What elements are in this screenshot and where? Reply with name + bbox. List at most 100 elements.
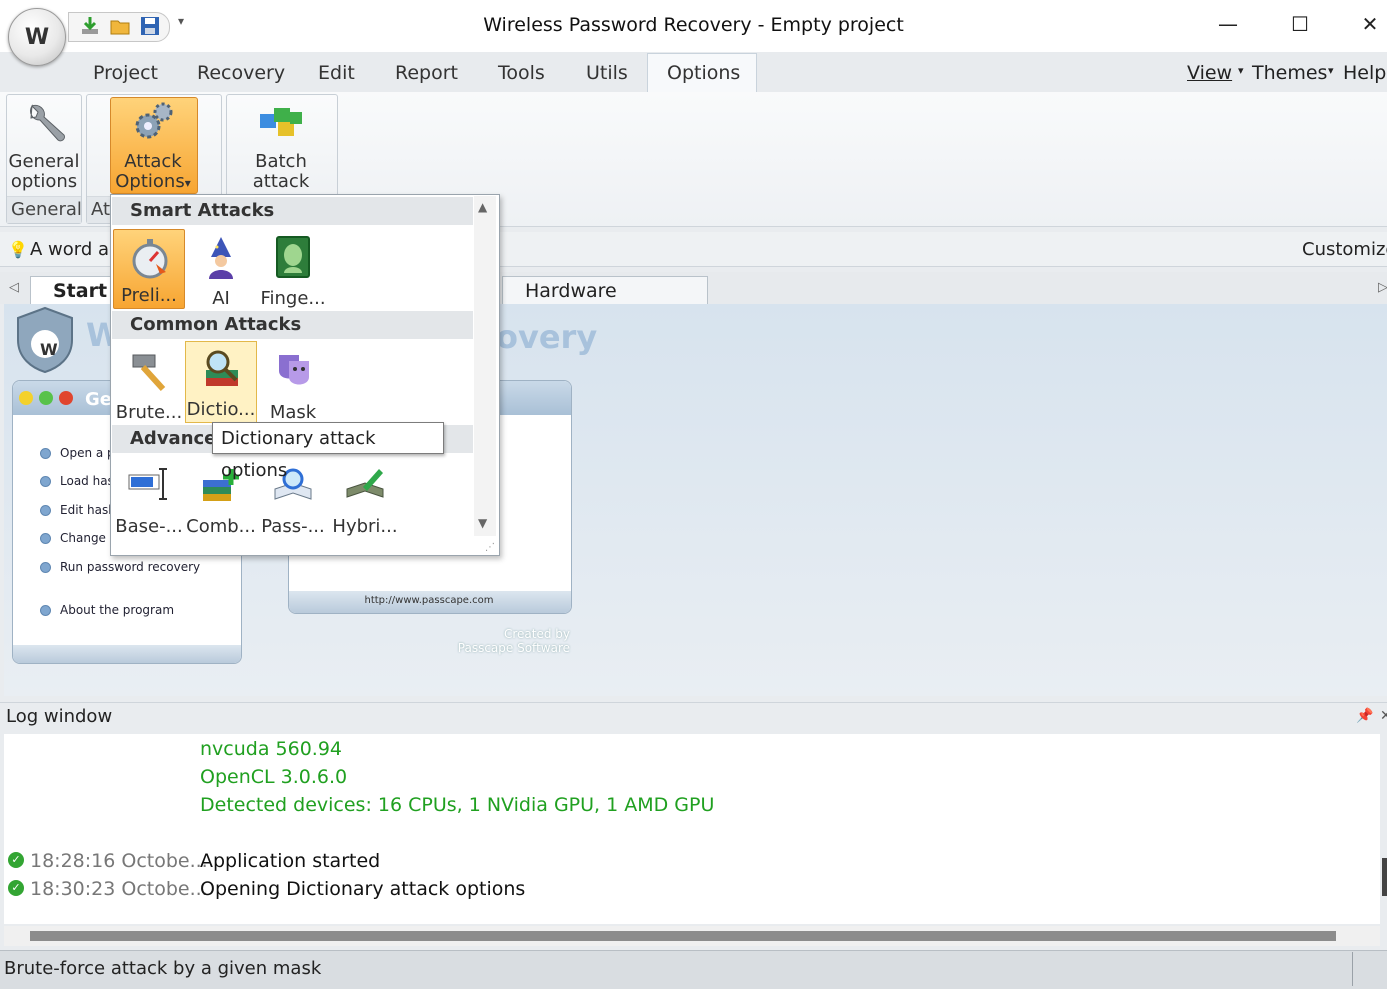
maximize-button[interactable]: ☐ bbox=[1280, 6, 1320, 42]
menu-edit[interactable]: Edit bbox=[318, 62, 355, 84]
wrench-icon bbox=[29, 104, 65, 142]
fingerprint-attack-button[interactable]: Finge... bbox=[257, 229, 329, 311]
app-logo-icon: W bbox=[24, 24, 50, 50]
created-by-line-1: Created by bbox=[503, 627, 570, 641]
menu-view[interactable]: View bbox=[1187, 62, 1232, 84]
book-pen-icon bbox=[346, 469, 384, 498]
chevron-down-icon: ▾ bbox=[184, 176, 191, 190]
log-green-line: Detected devices: 16 CPUs, 1 NVidia GPU,… bbox=[200, 794, 715, 816]
section-common-attacks: Common Attacks bbox=[112, 311, 473, 339]
link-about[interactable]: About the program bbox=[60, 603, 174, 617]
scroll-down-icon[interactable]: ▼ bbox=[478, 516, 487, 530]
base-word-attack-button[interactable]: Base-... bbox=[113, 457, 185, 539]
menu-report[interactable]: Report bbox=[395, 62, 458, 84]
menu-options[interactable]: Options bbox=[667, 62, 740, 84]
ai-label: AI bbox=[212, 288, 230, 309]
created-by-line-2: Passcape Software bbox=[457, 641, 570, 655]
menu-help[interactable]: Help bbox=[1343, 62, 1386, 84]
dictionary-magnifier-icon bbox=[206, 350, 238, 386]
view-dropdown-icon[interactable]: ▾ bbox=[1238, 64, 1244, 77]
log-entry-time: 18:28:16 Octobe... bbox=[30, 850, 208, 872]
general-options-button[interactable]: General options bbox=[6, 152, 82, 192]
password-label: Pass-... bbox=[261, 516, 325, 537]
app-menu-button[interactable]: W bbox=[8, 8, 66, 66]
success-check-icon: ✓ bbox=[8, 852, 24, 868]
passcape-url[interactable]: http://www.passcape.com bbox=[288, 595, 570, 606]
hammer-icon bbox=[132, 354, 166, 392]
menu-utils[interactable]: Utils bbox=[586, 62, 628, 84]
log-scroll-thumb[interactable] bbox=[30, 931, 1336, 941]
shield-letter: W bbox=[40, 340, 58, 359]
bullet-icon bbox=[40, 605, 51, 616]
success-check-icon: ✓ bbox=[8, 880, 24, 896]
attack-options-label: Attack Options▾ bbox=[110, 152, 196, 193]
batch-attack-button[interactable]: Batch attack bbox=[226, 152, 336, 192]
batch-attack-label-1: Batch bbox=[255, 151, 307, 172]
menu-tools[interactable]: Tools bbox=[498, 62, 545, 84]
tooltip: Dictionary attack options bbox=[212, 422, 444, 481]
combination-label: Comb... bbox=[186, 516, 256, 537]
created-by: Created by Passcape Software bbox=[420, 627, 570, 655]
dropdown-scrollbar[interactable]: ▲ ▼ bbox=[474, 196, 496, 536]
tab-hardware-monitor[interactable]: Hardware monitor bbox=[502, 276, 708, 330]
tab-start-label: Start bbox=[53, 280, 108, 302]
window-title: Wireless Password Recovery - Empty proje… bbox=[483, 14, 904, 36]
attack-options-dropdown: Smart Attacks Preli... AI Finge... Commo… bbox=[110, 194, 500, 556]
dictionary-attack-button[interactable]: Dictio... bbox=[185, 341, 257, 423]
dictionary-label: Dictio... bbox=[186, 399, 256, 420]
bullet-icon bbox=[40, 505, 51, 516]
minimize-button[interactable]: — bbox=[1208, 6, 1248, 42]
preliminary-label: Preli... bbox=[121, 285, 177, 306]
gears-icon bbox=[135, 102, 173, 139]
log-entry-time: 18:30:23 Octobe... bbox=[30, 878, 208, 900]
attack-options-label-2: Options▾ bbox=[115, 171, 191, 192]
bullet-icon bbox=[40, 476, 51, 487]
menu-themes[interactable]: Themes bbox=[1252, 62, 1327, 84]
scroll-up-icon[interactable]: ▲ bbox=[478, 200, 487, 214]
log-vertical-scrollbar[interactable] bbox=[1382, 858, 1387, 896]
tab-scroll-right-icon[interactable]: ▷ bbox=[1378, 280, 1387, 295]
general-group-label: General bbox=[7, 196, 82, 223]
wizard-icon bbox=[209, 237, 233, 279]
ai-attack-button[interactable]: AI bbox=[185, 229, 257, 311]
fingerprint-label: Finge... bbox=[260, 288, 326, 309]
bullet-icon bbox=[40, 448, 51, 459]
fingerprint-icon bbox=[276, 236, 310, 278]
log-window-title: Log window bbox=[6, 706, 113, 727]
hybrid-label: Hybri... bbox=[332, 516, 398, 537]
theater-mask-icon bbox=[279, 355, 309, 385]
brute-force-label: Brute... bbox=[115, 402, 183, 423]
close-button[interactable]: ✕ bbox=[1350, 6, 1387, 42]
section-smart-attacks: Smart Attacks bbox=[112, 197, 473, 225]
status-divider bbox=[1352, 952, 1353, 986]
status-text: Brute-force attack by a given mask bbox=[4, 958, 322, 979]
close-pane-icon[interactable]: ✕ bbox=[1380, 708, 1387, 724]
log-green-line: OpenCL 3.0.6.0 bbox=[200, 766, 348, 788]
menu-recovery[interactable]: Recovery bbox=[197, 62, 285, 84]
mask-label: Mask bbox=[269, 402, 317, 423]
brute-force-button[interactable]: Brute... bbox=[113, 343, 185, 425]
link-run-recovery[interactable]: Run password recovery bbox=[60, 560, 200, 574]
stopwatch-icon bbox=[132, 239, 168, 279]
log-entry-message: Opening Dictionary attack options bbox=[200, 878, 526, 900]
batch-attack-label-2: attack bbox=[252, 171, 310, 192]
text-cursor-icon bbox=[128, 468, 167, 500]
bullet-icon bbox=[40, 562, 51, 573]
preliminary-attack-button[interactable]: Preli... bbox=[113, 229, 185, 309]
banner-right-text: overy bbox=[496, 318, 598, 356]
pin-icon[interactable]: 📌 bbox=[1356, 708, 1373, 724]
lightbulb-icon: 💡 bbox=[8, 240, 28, 259]
tab-scroll-left-icon[interactable]: ◁ bbox=[9, 280, 19, 295]
themes-dropdown-icon[interactable]: ▾ bbox=[1328, 64, 1334, 77]
resize-grip-icon[interactable]: ⋰ bbox=[485, 542, 495, 553]
general-options-label-2: options bbox=[10, 171, 78, 192]
attack-options-label-1: Attack bbox=[124, 151, 182, 172]
hybrid-attack-button[interactable]: Hybri... bbox=[329, 457, 401, 539]
puzzle-icon bbox=[260, 108, 302, 136]
log-window-header bbox=[0, 702, 1387, 733]
mask-attack-button[interactable]: Mask bbox=[257, 343, 329, 425]
bullet-icon bbox=[40, 533, 51, 544]
log-entry-message: Application started bbox=[200, 850, 381, 872]
customize-link[interactable]: Customize bbox=[1302, 239, 1387, 260]
menu-project[interactable]: Project bbox=[93, 62, 158, 84]
